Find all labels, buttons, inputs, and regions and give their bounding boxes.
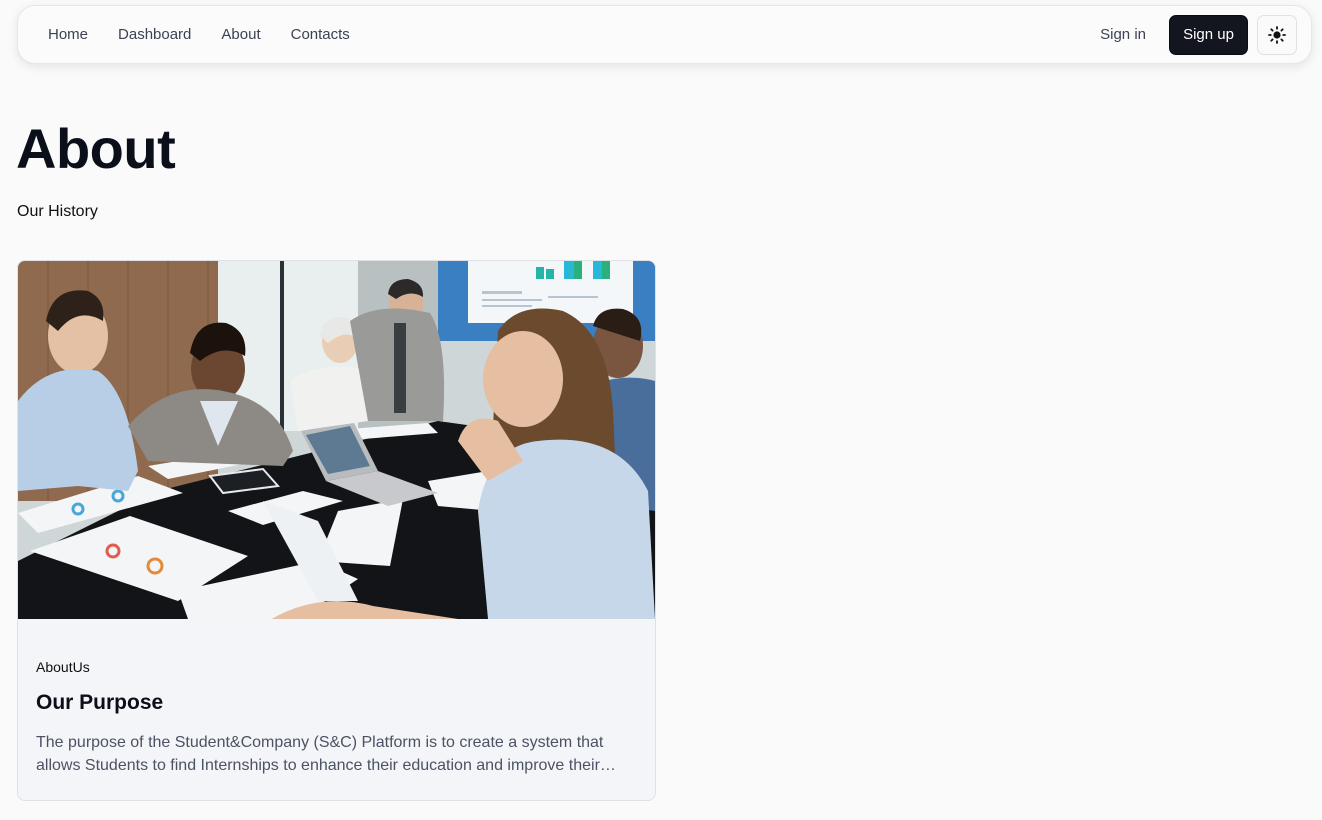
theme-toggle-button[interactable] <box>1257 14 1297 55</box>
nav-link-home[interactable]: Home <box>48 26 88 43</box>
page-title: About <box>16 117 176 180</box>
nav-links: Home Dashboard About Contacts <box>48 6 350 63</box>
nav-link-dashboard[interactable]: Dashboard <box>118 26 191 43</box>
nav-link-about[interactable]: About <box>221 26 260 43</box>
about-card[interactable]: AboutUs Our Purpose The purpose of the S… <box>17 260 656 801</box>
nav-link-contacts[interactable]: Contacts <box>291 26 350 43</box>
sign-in-link[interactable]: Sign in <box>1100 26 1146 43</box>
sun-icon <box>1268 25 1286 44</box>
card-description: The purpose of the Student&Company (S&C)… <box>36 734 616 774</box>
card-tag: AboutUs <box>36 659 90 675</box>
card-title: Our Purpose <box>36 691 164 714</box>
nav-actions: Sign in Sign up <box>1100 6 1297 63</box>
sign-up-button[interactable]: Sign up <box>1169 14 1248 55</box>
team-meeting-image <box>18 261 655 619</box>
page-subtitle: Our History <box>17 203 98 220</box>
navbar: Home Dashboard About Contacts Sign in Si… <box>17 5 1312 64</box>
